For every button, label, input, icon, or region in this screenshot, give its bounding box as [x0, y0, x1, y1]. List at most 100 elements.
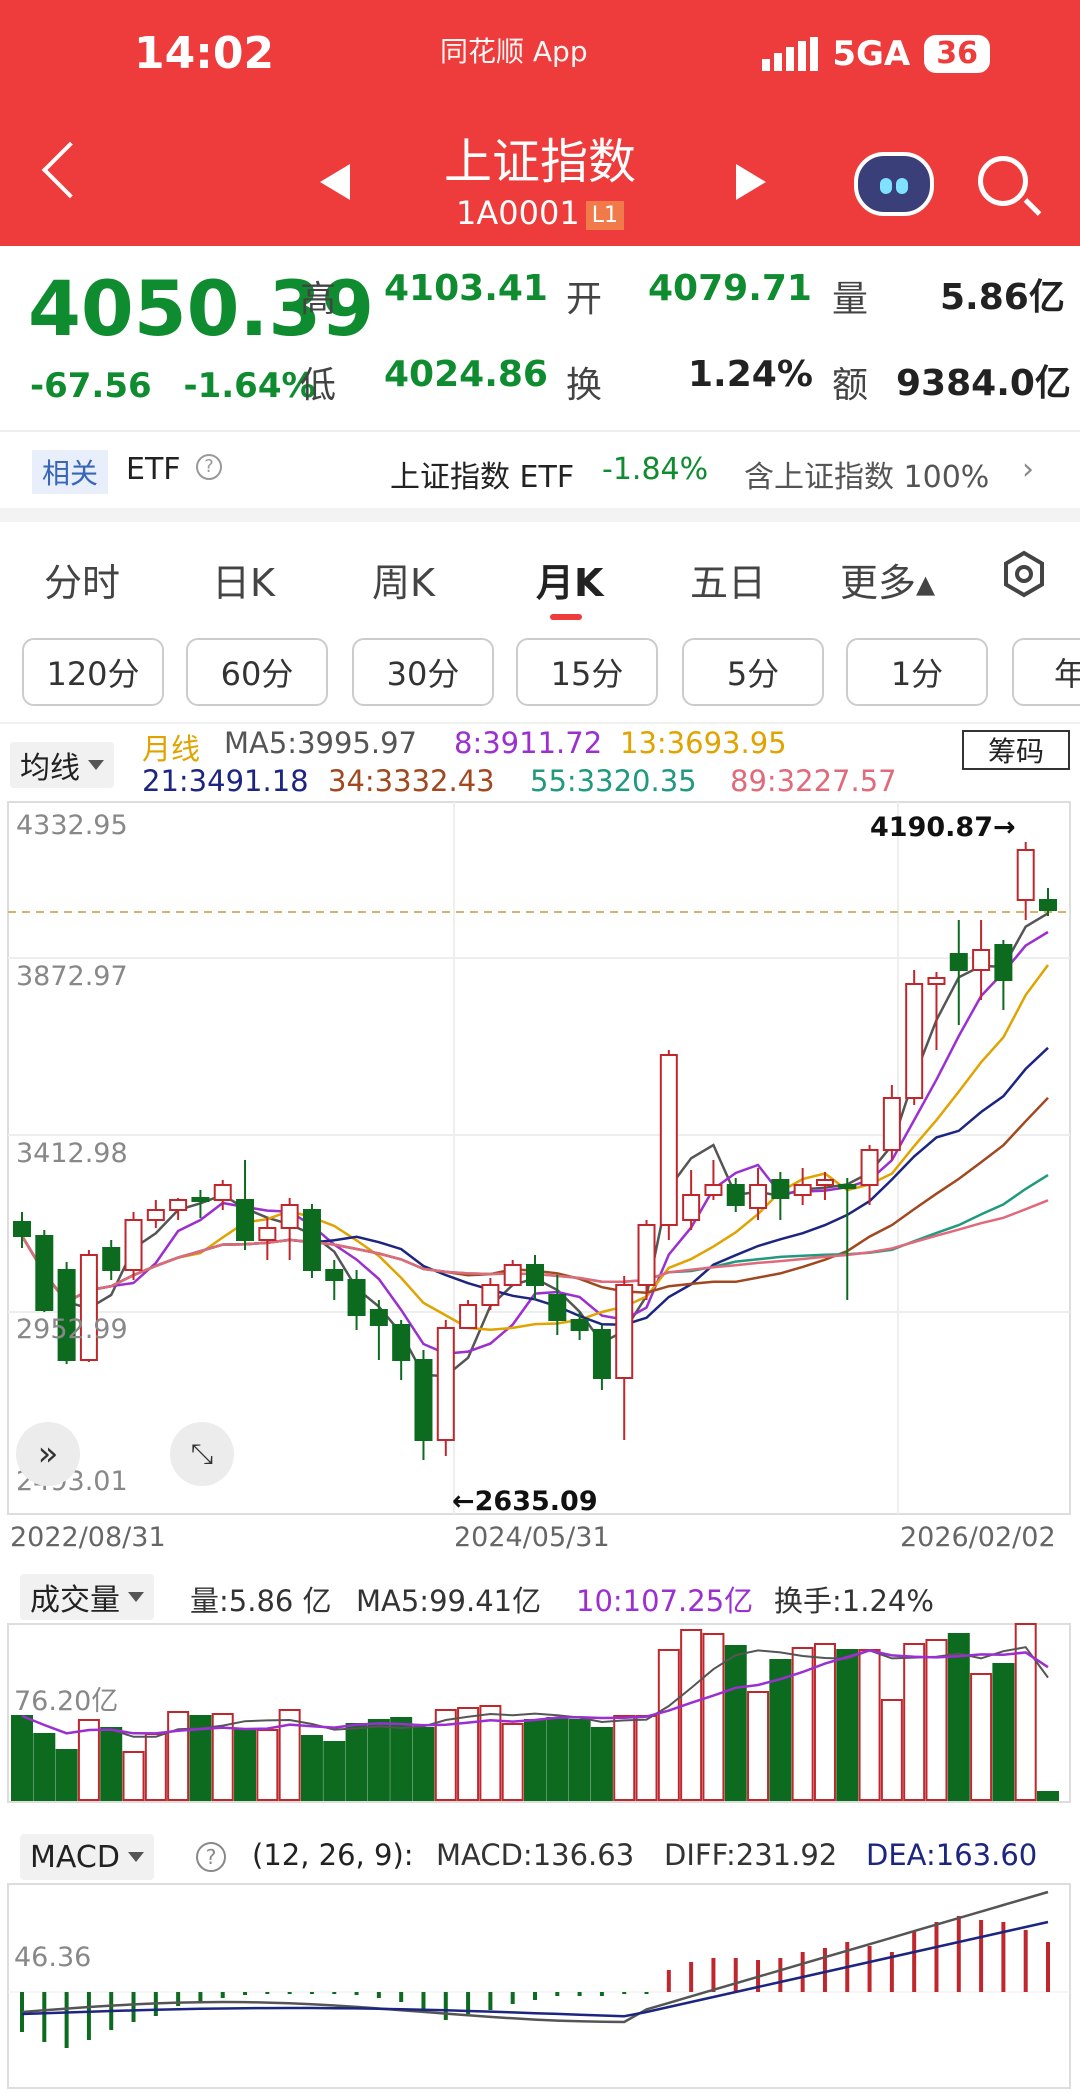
candle-body	[102, 1247, 121, 1271]
volume-bar	[858, 1649, 881, 1801]
volume-chart[interactable]: 76.20亿	[0, 1622, 1080, 1804]
etf-label: ETF	[126, 452, 181, 487]
tab-more[interactable]: 更多▴	[840, 552, 935, 607]
settings-hex-icon[interactable]	[1000, 550, 1048, 598]
interval-60min[interactable]: 60分	[186, 638, 328, 706]
x-label-2: 2026/02/02	[900, 1522, 1056, 1553]
high-label: 高	[300, 279, 337, 320]
volume-bar	[167, 1711, 190, 1801]
change-value: -67.56	[30, 366, 152, 406]
related-etf-row[interactable]: 相关 ETF ? 上证指数 ETF -1.84% 含上证指数 100% ›	[0, 440, 1080, 500]
candle-body	[860, 1149, 879, 1186]
help-icon[interactable]: ?	[196, 1842, 226, 1872]
interval-15min[interactable]: 15分	[516, 638, 658, 706]
candle-body	[615, 1284, 634, 1379]
ma89-value: 89:3227.57	[730, 764, 897, 798]
y-label-1: 3872.97	[16, 961, 128, 992]
tab-five-day[interactable]: 五日	[690, 552, 766, 607]
interval-year[interactable]: 年	[1012, 638, 1080, 706]
volume-bars	[7, 1623, 1071, 1803]
search-icon[interactable]	[978, 156, 1028, 206]
caret-down-icon	[88, 760, 104, 770]
candle-body	[994, 944, 1013, 981]
chips-button[interactable]: 筹码	[962, 730, 1070, 770]
turnover-value: 1.24%	[688, 354, 813, 395]
volume-value: 5.86亿	[940, 277, 1065, 318]
candle-body	[258, 1227, 277, 1241]
high-value: 4103.41	[384, 268, 548, 309]
low-value: 4024.86	[384, 354, 548, 395]
macd-selector-label: MACD	[30, 1839, 120, 1875]
volume-bar	[300, 1735, 323, 1801]
volume-bar	[680, 1629, 703, 1801]
tab-monthly-k[interactable]: 月K	[536, 552, 603, 607]
kline-chart[interactable]: 4332.95 3872.97 3412.98 2952.99 2493.01 …	[0, 800, 1080, 1560]
macd-frame	[7, 1883, 1071, 2089]
volume-selector-label: 成交量	[30, 1583, 120, 1618]
fullscreen-icon[interactable]: ⤡	[170, 1422, 234, 1486]
etf-change: -1.84%	[602, 452, 709, 487]
candle-body	[905, 983, 924, 1099]
volume-bar	[55, 1749, 78, 1801]
x-label-0: 2022/08/31	[10, 1522, 166, 1553]
volume-bar	[501, 1723, 524, 1801]
candle-body	[459, 1304, 478, 1329]
candle-body	[503, 1264, 522, 1286]
change-percent: -1.64%	[183, 366, 316, 406]
candle-body	[302, 1209, 321, 1271]
etf-name: 上证指数 ETF	[390, 460, 575, 495]
kline-candles	[13, 842, 1057, 1460]
caret-down-icon	[127, 1852, 144, 1862]
tab-daily-k[interactable]: 日K	[212, 552, 275, 607]
volume-bar	[33, 1733, 56, 1801]
ma13-value: 13:3693.95	[620, 726, 787, 760]
open-value: 4079.71	[648, 268, 812, 309]
candle-body	[236, 1199, 255, 1241]
volume-axis-label: 76.20亿	[14, 1686, 118, 1717]
macd-chart[interactable]: 46.36	[0, 1882, 1080, 2090]
ma-selector-label: 均线	[20, 751, 80, 786]
volume-bar	[546, 1717, 569, 1801]
active-tab-indicator	[550, 614, 582, 620]
ma5-value: MA5:3995.97	[224, 726, 418, 760]
macd-value: MACD:136.63	[436, 1838, 635, 1872]
ma34-value: 34:3332.43	[328, 764, 495, 798]
quote-panel: 4050.39 -67.56 -1.64% 高 4103.41 开 4079.7…	[0, 246, 1080, 430]
robot-assistant-icon[interactable]	[854, 152, 934, 216]
candle-body	[882, 1097, 901, 1151]
interval-1min[interactable]: 1分	[846, 638, 988, 706]
macd-selector[interactable]: MACD	[20, 1834, 154, 1880]
interval-30min[interactable]: 30分	[352, 638, 494, 706]
candle-body	[949, 953, 968, 971]
candle-body	[637, 1224, 656, 1286]
volume-bar	[367, 1719, 390, 1801]
volume-bar	[323, 1741, 346, 1801]
ma-selector[interactable]: 均线	[10, 742, 114, 788]
tab-intraday[interactable]: 分时	[44, 552, 120, 607]
price-change: -67.56 -1.64%	[30, 366, 316, 406]
candle-body	[414, 1359, 433, 1441]
ma21-value: 21:3491.18	[142, 764, 309, 798]
status-indicators: 5GA 36	[762, 34, 990, 74]
tab-weekly-k[interactable]: 周K	[372, 552, 435, 607]
kline-grid	[7, 801, 1071, 1515]
candle-body	[972, 949, 991, 971]
help-icon[interactable]: ?	[196, 454, 222, 480]
volume-bar	[390, 1717, 413, 1801]
candle-body	[726, 1184, 745, 1206]
interval-120min[interactable]: 120分	[22, 638, 164, 706]
volume-selector[interactable]: 成交量	[20, 1574, 154, 1620]
volume-bar	[836, 1649, 859, 1801]
interval-5min[interactable]: 5分	[682, 638, 824, 706]
y-label-3: 2952.99	[16, 1314, 128, 1345]
volume-bar	[613, 1715, 636, 1801]
expand-icon[interactable]: »	[16, 1422, 80, 1486]
signal-icon	[762, 37, 819, 71]
candle-body	[526, 1264, 544, 1286]
volume-bar	[880, 1699, 903, 1801]
volume-label: 量	[832, 279, 869, 320]
candle-body	[369, 1309, 388, 1326]
candle-body	[325, 1269, 344, 1281]
volume-bar	[100, 1727, 123, 1801]
turnover-label: 换	[566, 365, 603, 406]
